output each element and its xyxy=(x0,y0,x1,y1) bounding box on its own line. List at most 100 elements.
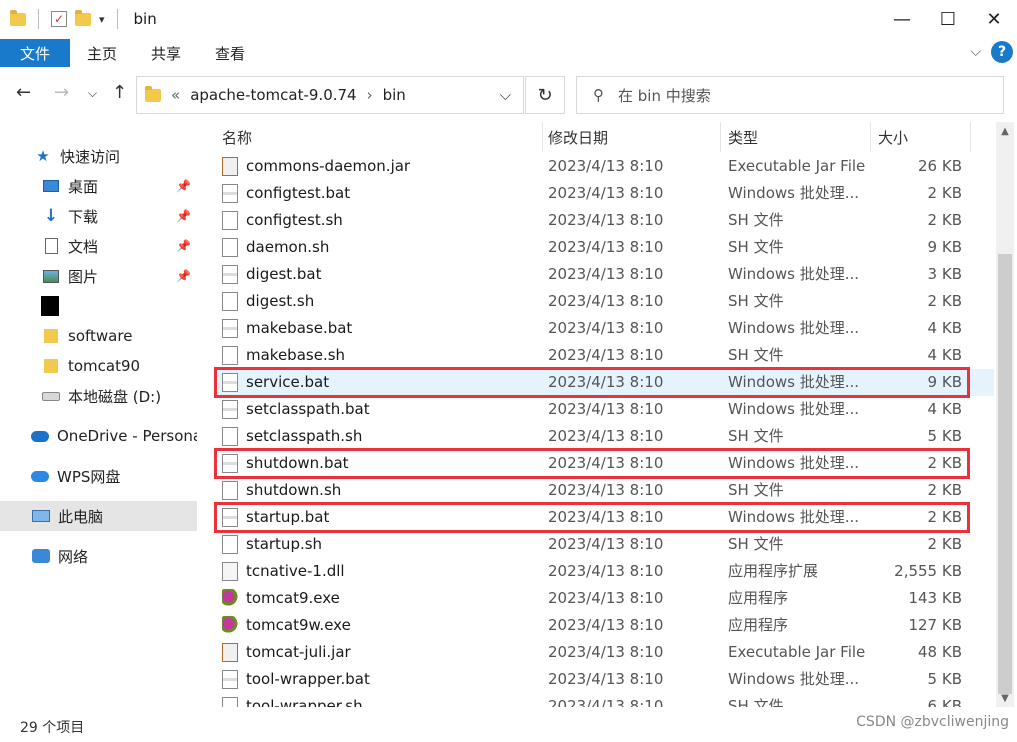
file-type: SH 文件 xyxy=(728,292,784,310)
sh-file-icon xyxy=(222,292,238,311)
sidebar-item-quick-access[interactable]: ★ 快速访问 xyxy=(0,141,197,171)
table-row[interactable]: setclasspath.sh 2023/4/13 8:10 SH 文件 5 KB xyxy=(214,423,994,450)
breadcrumb-current[interactable]: bin xyxy=(383,86,406,104)
sidebar-item-local-disk-d[interactable]: 本地磁盘 (D:) xyxy=(0,381,197,411)
up-arrow-icon[interactable]: ↑ xyxy=(112,82,127,103)
file-size: 48 KB xyxy=(918,643,962,661)
navigation-bar: ← → ⌵ ↑ « apache-tomcat-9.0.74 › bin ⌵ ↻… xyxy=(0,68,1017,122)
file-size: 2 KB xyxy=(927,184,962,202)
navigation-pane: ★ 快速访问 桌面 📌 ↓ 下载 📌 文档 📌 图片 📌 software to… xyxy=(0,122,197,707)
folder-icon xyxy=(42,328,60,344)
sidebar-item-label: 快速访问 xyxy=(60,147,121,166)
table-row[interactable]: daemon.sh 2023/4/13 8:10 SH 文件 9 KB xyxy=(214,234,994,261)
maximize-button[interactable]: ☐ xyxy=(925,0,971,38)
search-box[interactable]: ⚲ 在 bin 中搜索 xyxy=(576,76,1004,114)
scroll-down-icon[interactable]: ▼ xyxy=(996,689,1014,707)
file-date: 2023/4/13 8:10 xyxy=(548,184,664,202)
back-arrow-icon[interactable]: ← xyxy=(16,82,31,103)
file-size: 2 KB xyxy=(927,481,962,499)
close-button[interactable]: ✕ xyxy=(971,0,1017,38)
download-icon: ↓ xyxy=(43,206,59,226)
file-type: SH 文件 xyxy=(728,535,784,553)
table-row[interactable]: makebase.bat 2023/4/13 8:10 Windows 批处理...… xyxy=(214,315,994,342)
divider xyxy=(38,9,39,29)
column-header-name[interactable]: 名称 xyxy=(222,122,252,152)
breadcrumb-overflow[interactable]: « xyxy=(171,86,180,104)
sidebar-item-documents[interactable]: 文档 📌 xyxy=(0,231,197,261)
file-date: 2023/4/13 8:10 xyxy=(548,157,664,175)
sidebar-item-label: 桌面 xyxy=(68,177,99,196)
table-row[interactable]: startup.sh 2023/4/13 8:10 SH 文件 2 KB xyxy=(214,531,994,558)
table-row[interactable]: digest.sh 2023/4/13 8:10 SH 文件 2 KB xyxy=(214,288,994,315)
file-date: 2023/4/13 8:10 xyxy=(548,211,664,229)
table-row[interactable]: setclasspath.bat 2023/4/13 8:10 Windows 批处… xyxy=(214,396,994,423)
scrollbar-thumb[interactable] xyxy=(998,254,1012,694)
table-row[interactable]: tool-wrapper.sh 2023/4/13 8:10 SH 文件 6 KB xyxy=(214,693,994,707)
help-icon[interactable]: ? xyxy=(991,41,1013,63)
column-header-size[interactable]: 大小 xyxy=(878,122,908,152)
cloud-icon xyxy=(31,468,49,484)
sidebar-item-tomcat90[interactable]: tomcat90 xyxy=(0,351,197,381)
bat-file-icon xyxy=(222,265,238,284)
table-row[interactable]: digest.bat 2023/4/13 8:10 Windows 批处理... 3 … xyxy=(214,261,994,288)
new-folder-icon[interactable] xyxy=(75,9,91,26)
recent-locations-icon[interactable]: ⌵ xyxy=(88,86,97,101)
column-divider[interactable] xyxy=(542,122,543,152)
customize-toolbar-icon[interactable]: ▾ xyxy=(99,13,105,26)
address-bar[interactable]: « apache-tomcat-9.0.74 › bin ⌵ xyxy=(136,76,524,114)
scroll-up-icon[interactable]: ▲ xyxy=(996,122,1014,140)
sidebar-item-label: tomcat90 xyxy=(68,357,141,375)
table-row[interactable]: tomcat9w.exe 2023/4/13 8:10 应用程序 127 KB xyxy=(214,612,994,639)
sidebar-item-this-pc[interactable]: 此电脑 xyxy=(0,501,197,531)
title-bar: ✓ ▾ bin — ☐ ✕ xyxy=(0,0,1017,38)
table-row[interactable]: configtest.sh 2023/4/13 8:10 SH 文件 2 KB xyxy=(214,207,994,234)
column-header-date[interactable]: 修改日期 xyxy=(548,122,608,152)
divider xyxy=(116,9,118,29)
file-date: 2023/4/13 8:10 xyxy=(548,481,664,499)
item-count: 29 个项目 xyxy=(20,720,85,736)
refresh-button[interactable]: ↻ xyxy=(525,76,565,114)
sidebar-item-label: 此电脑 xyxy=(58,507,104,526)
column-divider[interactable] xyxy=(870,122,871,152)
column-header-type[interactable]: 类型 xyxy=(728,122,758,152)
sidebar-item-desktop[interactable]: 桌面 📌 xyxy=(0,171,197,201)
file-name-cell: tomcat9.exe xyxy=(222,585,542,612)
table-row[interactable]: makebase.sh 2023/4/13 8:10 SH 文件 4 KB xyxy=(214,342,994,369)
table-row[interactable]: tcnative-1.dll 2023/4/13 8:10 应用程序扩展 2,555 … xyxy=(214,558,994,585)
breadcrumb-separator[interactable]: › xyxy=(367,86,373,104)
sidebar-item-wps-cloud[interactable]: WPS网盘 xyxy=(0,461,197,491)
minimize-button[interactable]: — xyxy=(879,0,925,38)
sidebar-item-onedrive[interactable]: OneDrive - Personal xyxy=(0,421,197,451)
column-divider[interactable] xyxy=(970,122,971,152)
table-row[interactable]: tomcat9.exe 2023/4/13 8:10 应用程序 143 KB xyxy=(214,585,994,612)
vertical-scrollbar[interactable]: ▲ ▼ xyxy=(996,122,1014,707)
bat-file-icon xyxy=(222,400,238,419)
tab-view[interactable]: 查看 xyxy=(198,39,262,67)
tab-share[interactable]: 共享 xyxy=(134,39,198,67)
file-name: tomcat9w.exe xyxy=(246,616,351,634)
sidebar-item-redacted[interactable] xyxy=(0,291,197,321)
table-row[interactable]: configtest.bat 2023/4/13 8:10 Windows 批处理.… xyxy=(214,180,994,207)
address-dropdown-icon[interactable]: ⌵ xyxy=(500,86,511,104)
column-divider[interactable] xyxy=(720,122,721,152)
forward-arrow-icon[interactable]: → xyxy=(54,82,69,103)
bat-file-icon xyxy=(222,319,238,338)
tab-home[interactable]: 主页 xyxy=(70,39,134,67)
table-row[interactable]: commons-daemon.jar 2023/4/13 8:10 Executab… xyxy=(214,153,994,180)
breadcrumb-parent[interactable]: apache-tomcat-9.0.74 xyxy=(190,86,356,104)
sidebar-item-pictures[interactable]: 图片 📌 xyxy=(0,261,197,291)
file-name: setclasspath.sh xyxy=(246,427,363,445)
file-size: 4 KB xyxy=(927,400,962,418)
expand-ribbon-icon[interactable]: ⌵ xyxy=(970,44,981,60)
tab-file[interactable]: 文件 xyxy=(0,39,71,67)
sidebar-item-software[interactable]: software xyxy=(0,321,197,351)
highlight-box xyxy=(214,367,970,398)
file-size: 2 KB xyxy=(927,535,962,553)
table-row[interactable]: shutdown.sh 2023/4/13 8:10 SH 文件 2 KB xyxy=(214,477,994,504)
sidebar-item-network[interactable]: 网络 xyxy=(0,541,197,571)
file-type: Windows 批处理... xyxy=(728,184,860,202)
table-row[interactable]: tomcat-juli.jar 2023/4/13 8:10 Executable … xyxy=(214,639,994,666)
properties-icon[interactable]: ✓ xyxy=(51,11,67,27)
table-row[interactable]: tool-wrapper.bat 2023/4/13 8:10 Windows 批处… xyxy=(214,666,994,693)
sidebar-item-downloads[interactable]: ↓ 下载 📌 xyxy=(0,201,197,231)
